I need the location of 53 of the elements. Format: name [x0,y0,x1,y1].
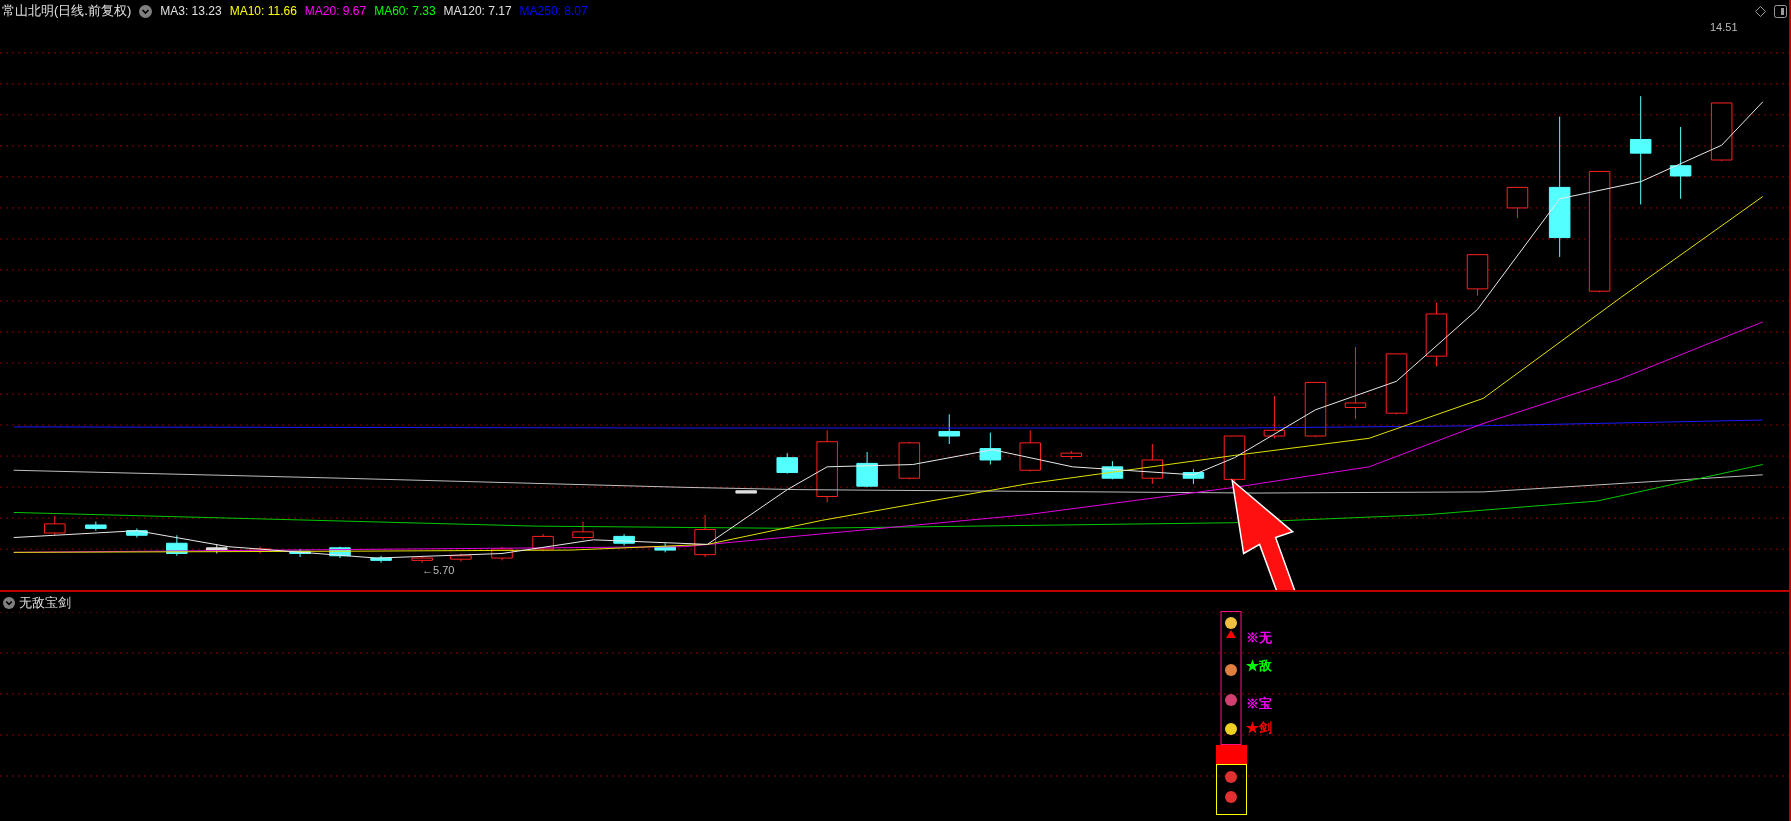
signal-label: ★剑 [1246,720,1272,735]
candlestick [370,555,392,564]
candlestick [1141,443,1164,485]
moving-average-value: MA10: 11.66 [229,3,297,20]
candlestick [329,546,351,559]
candlestick [206,543,228,554]
candlestick [1223,435,1246,483]
candlestick [532,533,554,552]
moving-average-value: MA3: 13.23 [160,3,222,20]
candlestick [856,451,878,488]
candlestick [1506,186,1529,219]
candlestick [1425,302,1448,367]
candlestick [1060,450,1083,460]
chevron-down-icon[interactable] [139,4,153,18]
diamond-icon[interactable] [1755,5,1766,17]
low-price-label: ←5.70 [422,563,455,578]
candlestick [1101,460,1124,480]
candlestick [44,515,66,536]
chevron-down-icon[interactable] [3,597,15,609]
moving-average-value: MA250: 8.07 [519,3,588,20]
moving-average-value: MA60: 7.33 [374,3,436,20]
panel-toggle-icon[interactable] [1774,4,1787,18]
moving-average-value: MA20: 9.67 [304,3,367,20]
candlestick [898,441,921,480]
candlestick [491,546,513,561]
signal-label: ★敌 [1246,658,1272,673]
indicator-title: 无敌宝剑 [19,594,71,613]
candlestick [1263,395,1286,439]
chart-title: 常山北明(日线.前复权) [2,2,132,21]
high-price-label: 14.51 [1710,20,1738,35]
candlestick [1710,102,1733,162]
candlestick [613,533,635,546]
candlestick [1182,468,1205,485]
candlestick [450,553,472,562]
candlestick [126,527,148,539]
signal-label: ※宝 [1246,696,1272,711]
candlestick [1304,381,1327,438]
candlestick [654,542,676,553]
candlestick [166,534,188,557]
candlestick [1466,254,1489,297]
candlestick [1019,429,1042,472]
candlestick [735,490,757,494]
candlestick [979,432,1002,466]
candlestick [85,521,107,532]
candlestick [411,556,433,564]
candlestick [694,514,716,558]
candlestick [572,521,594,541]
candlestick [938,413,961,445]
candlestick [776,452,798,475]
moving-average-value: MA120: 7.17 [443,3,512,20]
signal-label: ※无 [1246,630,1272,645]
candlestick [1385,353,1408,415]
candlestick [249,546,271,554]
